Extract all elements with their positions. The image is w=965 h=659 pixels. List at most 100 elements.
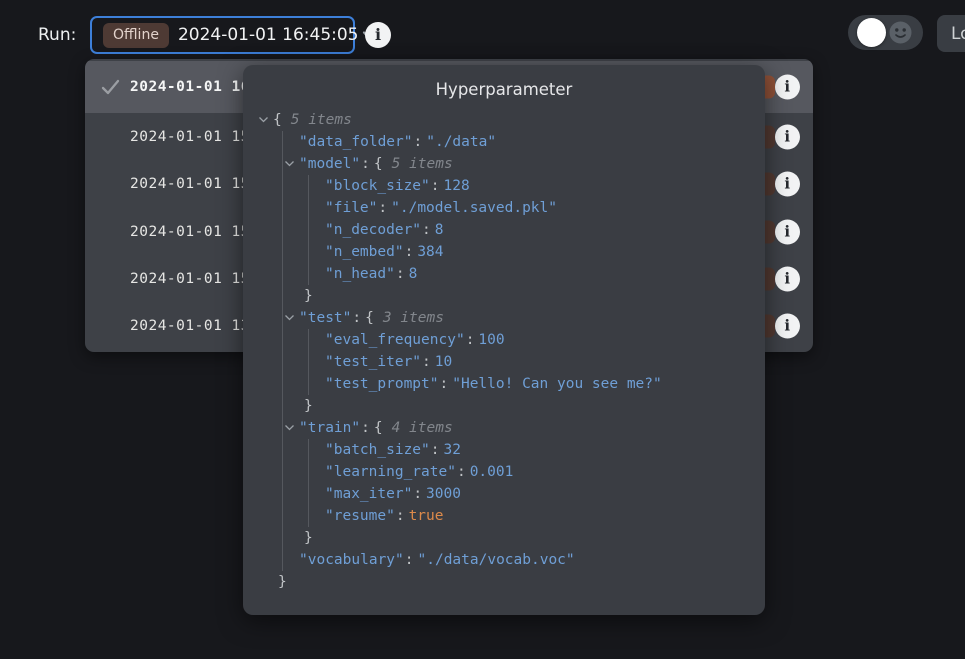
json-key: "learning_rate" (325, 464, 456, 480)
json-colon: : (413, 486, 422, 502)
json-item-count: 5 items (291, 112, 352, 128)
run-timestamp: 2024-01-01 15 (130, 224, 250, 240)
json-key: "block_size" (325, 178, 430, 194)
run-info-icon[interactable]: i (775, 172, 800, 197)
json-collapse-caret[interactable] (284, 418, 296, 436)
json-open-brace: { (365, 310, 374, 326)
json-key: "n_embed" (325, 244, 404, 260)
json-key: "eval_frequency" (325, 332, 465, 348)
run-info-icon[interactable]: i (775, 219, 800, 244)
json-key: "model" (299, 156, 360, 172)
hyperparameter-tooltip: Hyperparameter {5 items"data_folder":"./… (243, 65, 765, 615)
run-info-icon[interactable]: i (775, 266, 800, 291)
json-colon: : (378, 200, 387, 216)
json-open-brace: { (374, 156, 383, 172)
json-value-number: 100 (478, 332, 504, 348)
check-icon (100, 77, 130, 98)
json-line: {5 items (273, 109, 765, 131)
json-value-number: 10 (435, 354, 452, 370)
json-line: "block_size":128 (325, 175, 765, 197)
json-colon: : (431, 442, 440, 458)
json-colon: : (405, 552, 414, 568)
json-key: "test_iter" (325, 354, 421, 370)
json-value-number: 8 (435, 222, 444, 238)
json-colon: : (431, 178, 440, 194)
json-line: } (299, 527, 765, 549)
json-value-string: "./data" (426, 134, 496, 150)
log-button[interactable]: Log (937, 15, 965, 52)
json-key: "n_head" (325, 266, 395, 282)
json-colon: : (457, 464, 466, 480)
json-key: "train" (299, 420, 360, 436)
json-object: "model":{5 items"block_size":128"file":"… (299, 153, 765, 307)
json-children: "block_size":128"file":"./model.saved.pk… (308, 175, 765, 285)
json-value-number: 32 (444, 442, 461, 458)
json-line: "file":"./model.saved.pkl" (325, 197, 765, 219)
json-colon: : (361, 420, 370, 436)
run-timestamp: 2024-01-01 16 (130, 79, 250, 95)
json-collapse-caret[interactable] (258, 110, 270, 128)
json-colon: : (414, 134, 423, 150)
smiley-icon (889, 21, 912, 48)
json-object: "test":{3 items"eval_frequency":100"test… (299, 307, 765, 417)
json-value-string: "Hello! Can you see me?" (452, 376, 662, 392)
json-line: } (299, 285, 765, 307)
run-label: Run: (38, 25, 76, 45)
json-item-count: 5 items (392, 156, 453, 172)
json-line: "learning_rate":0.001 (325, 461, 765, 483)
json-key: "test_prompt" (325, 376, 439, 392)
run-info-icon[interactable]: i (775, 124, 800, 149)
json-line: "test_iter":10 (325, 351, 765, 373)
json-value-string: "./data/vocab.voc" (418, 552, 575, 568)
json-open-brace: { (273, 112, 282, 128)
run-info-icon[interactable]: i (365, 22, 391, 48)
json-key: "vocabulary" (299, 552, 404, 568)
json-value-number: 3000 (426, 486, 461, 502)
run-timestamp: 2024-01-01 15 (130, 271, 250, 287)
json-line: "batch_size":32 (325, 439, 765, 461)
run-info-icon[interactable]: i (775, 314, 800, 339)
json-key: "n_decoder" (325, 222, 421, 238)
json-colon: : (361, 156, 370, 172)
json-value-number: 384 (417, 244, 443, 260)
json-line: "eval_frequency":100 (325, 329, 765, 351)
run-timestamp: 2024-01-01 13 (130, 318, 250, 334)
json-key: "batch_size" (325, 442, 430, 458)
json-line: "n_embed":384 (325, 241, 765, 263)
json-line: } (273, 571, 765, 593)
json-value-number: 128 (444, 178, 470, 194)
json-key: "test" (299, 310, 351, 326)
json-colon: : (396, 266, 405, 282)
json-object: "train":{4 items"batch_size":32"learning… (299, 417, 765, 549)
run-info-icon[interactable]: i (775, 75, 800, 100)
json-line: } (299, 395, 765, 417)
run-timestamp: 2024-01-01 15 (130, 176, 250, 192)
json-collapse-caret[interactable] (284, 154, 296, 172)
json-close-brace: } (278, 574, 287, 590)
json-value-string: "./model.saved.pkl" (391, 200, 557, 216)
json-key: "file" (325, 200, 377, 216)
json-colon: : (422, 222, 431, 238)
json-colon: : (352, 310, 361, 326)
json-close-brace: } (304, 288, 313, 304)
json-value-number: 0.001 (470, 464, 514, 480)
json-line: "test_prompt":"Hello! Can you see me?" (325, 373, 765, 395)
json-line: "n_head":8 (325, 263, 765, 285)
json-line: "max_iter":3000 (325, 483, 765, 505)
json-close-brace: } (304, 530, 313, 546)
theme-toggle[interactable] (848, 15, 923, 50)
json-children: "batch_size":32"learning_rate":0.001"max… (308, 439, 765, 527)
json-object: {5 items"data_folder":"./data""model":{5… (273, 109, 765, 593)
run-select-dropdown[interactable]: Offline 2024-01-01 16:45:05 (90, 16, 355, 54)
json-close-brace: } (304, 398, 313, 414)
json-children: "eval_frequency":100"test_iter":10"test_… (308, 329, 765, 395)
json-line: "data_folder":"./data" (299, 131, 765, 153)
json-line: "train":{4 items (299, 417, 765, 439)
json-children: "data_folder":"./data""model":{5 items"b… (282, 131, 765, 571)
json-collapse-caret[interactable] (284, 308, 296, 326)
json-item-count: 4 items (392, 420, 453, 436)
json-line: "test":{3 items (299, 307, 765, 329)
json-colon: : (440, 376, 449, 392)
json-line: "n_decoder":8 (325, 219, 765, 241)
toggle-thumb[interactable] (857, 18, 886, 47)
